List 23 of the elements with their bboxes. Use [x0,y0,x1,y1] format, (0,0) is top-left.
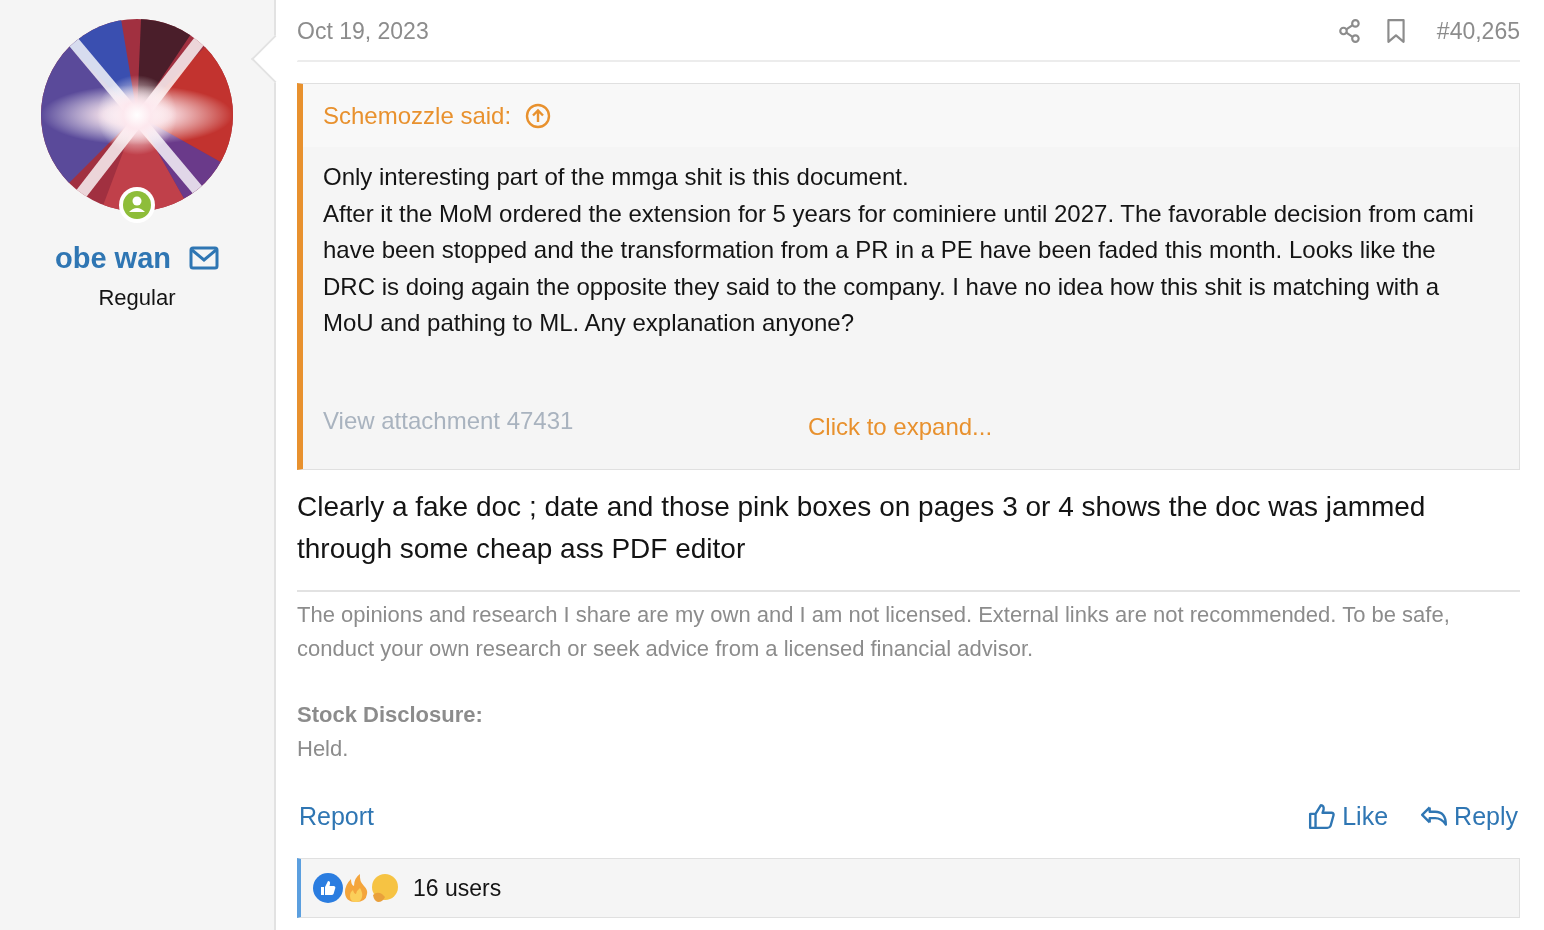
expand-link[interactable]: Click to expand... [808,413,993,441]
post-text: Clearly a fake doc ; date and those pink boxes on pages 3 or 4 shows the doc was jammed through some cheap ass PDF editor [297,486,1520,592]
disclosure-heading: Stock Disclosure: [297,701,484,729]
disclosure-value: Held. [297,735,350,763]
reaction-summary[interactable]: 16 users [413,874,502,902]
post-date[interactable]: Oct 19, 2023 [297,17,429,45]
envelope-icon[interactable] [189,246,219,270]
share-icon[interactable] [1336,18,1363,44]
quote-text: Only interesting part of the mmga shit is this document. [323,162,910,192]
signature-text: The opinions and research I share are my own and I am not licensed. External links are not recommended. To be safe, conduct your own research or seek advice from a licensed financial advisor. [297,601,1451,663]
user-title: Regular [98,285,176,311]
quote-author-link[interactable]: Schemozzle said: [323,101,512,130]
thumbs-up-icon [1308,802,1337,830]
report-link[interactable]: Report [299,801,375,831]
like-link[interactable]: Like [1308,801,1389,831]
username-link[interactable]: obe wan [55,243,171,273]
arrow-up-circle-icon[interactable] [525,102,552,129]
quote-text: After it the MoM ordered the extension for 5 years for cominiere until 2027. The favorable decision from cami have been stopped and the transformation from a PR in a PE have been faded this month. Looks like the DRC is doing again the opposite they said to the company. I have no idea how this shit is matching with a MoU and pathing to ML. Any explanation anyone? [323,198,1475,338]
thinking-emoji-icon [369,873,399,903]
post-number[interactable]: #40,265 [1436,17,1520,45]
reply-link[interactable]: Reply [1420,801,1518,831]
reactions-bar[interactable]: 16 users [297,858,1520,918]
thumbs-up-icon [313,873,343,903]
